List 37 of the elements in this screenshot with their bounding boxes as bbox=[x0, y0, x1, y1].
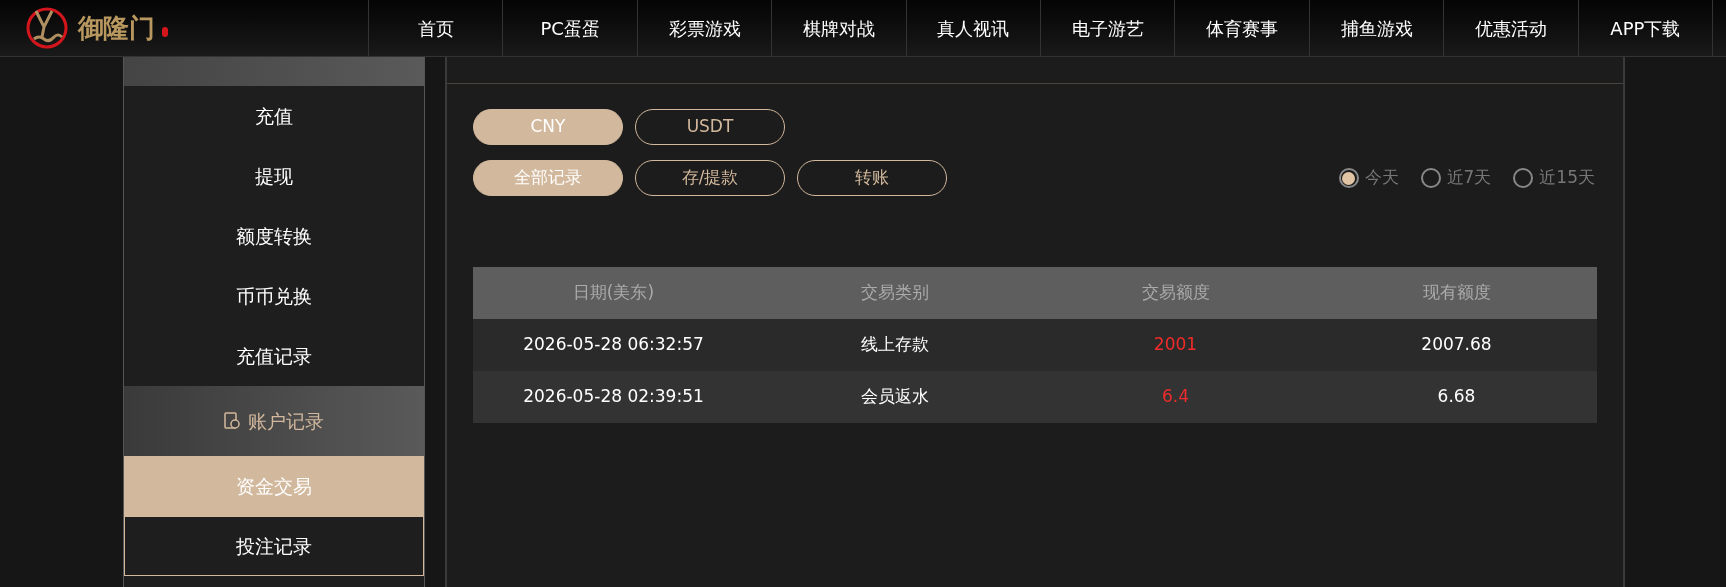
section-title: 账户记录 bbox=[248, 408, 324, 434]
table-cell-text: 2001 bbox=[1152, 333, 1199, 357]
table-cell-text: 2007.68 bbox=[1420, 333, 1493, 357]
nav-link[interactable]: 棋牌对战 bbox=[771, 0, 906, 56]
nav-link[interactable]: 体育赛事 bbox=[1174, 0, 1309, 56]
date-radio[interactable]: 近15天 bbox=[1513, 165, 1595, 191]
table-cell-text: 6.68 bbox=[1436, 385, 1477, 409]
seal-icon bbox=[162, 27, 169, 37]
radio-label: 近15天 bbox=[1539, 166, 1595, 190]
logo-text: 御隆门 bbox=[78, 11, 155, 45]
date-radio[interactable]: 近7天 bbox=[1420, 165, 1492, 191]
nav-link[interactable]: 真人视讯 bbox=[905, 0, 1041, 56]
receipt-icon bbox=[224, 412, 240, 430]
nav-link[interactable]: 捕鱼游戏 bbox=[1308, 0, 1444, 56]
table-cell-text: 2026-05-28 02:39:51 bbox=[522, 385, 705, 409]
table-cell-text: 2026-05-28 06:32:57 bbox=[522, 333, 705, 357]
table-cell-text: 会员返水 bbox=[859, 385, 930, 409]
nav-link[interactable]: 电子游艺 bbox=[1040, 0, 1175, 56]
column-header: 现有额度 bbox=[1421, 281, 1492, 305]
nav-link[interactable]: APP下载 bbox=[1577, 0, 1713, 56]
radio-button[interactable] bbox=[1420, 168, 1441, 188]
radio-button[interactable] bbox=[1513, 168, 1534, 188]
nav-link[interactable]: 首页 bbox=[368, 0, 503, 56]
radio-button[interactable] bbox=[1338, 168, 1359, 188]
nav-link[interactable]: PC蛋蛋 bbox=[502, 0, 637, 56]
radio-label: 今天 bbox=[1364, 166, 1399, 190]
radio-label: 近7天 bbox=[1446, 166, 1492, 190]
logo-emblem-icon bbox=[24, 5, 70, 51]
column-header: 日期(美东) bbox=[571, 281, 656, 305]
column-header: 交易类别 bbox=[859, 281, 930, 305]
table-cell-text: 6.4 bbox=[1160, 385, 1190, 409]
nav-link[interactable]: 彩票游戏 bbox=[636, 0, 772, 56]
table-cell-text: 线上存款 bbox=[859, 333, 930, 357]
nav-link[interactable]: 优惠活动 bbox=[1443, 0, 1578, 56]
sidebar-item[interactable]: 投注记录 bbox=[124, 516, 424, 576]
column-header: 交易额度 bbox=[1140, 281, 1211, 305]
date-radio[interactable]: 今天 bbox=[1338, 165, 1399, 191]
